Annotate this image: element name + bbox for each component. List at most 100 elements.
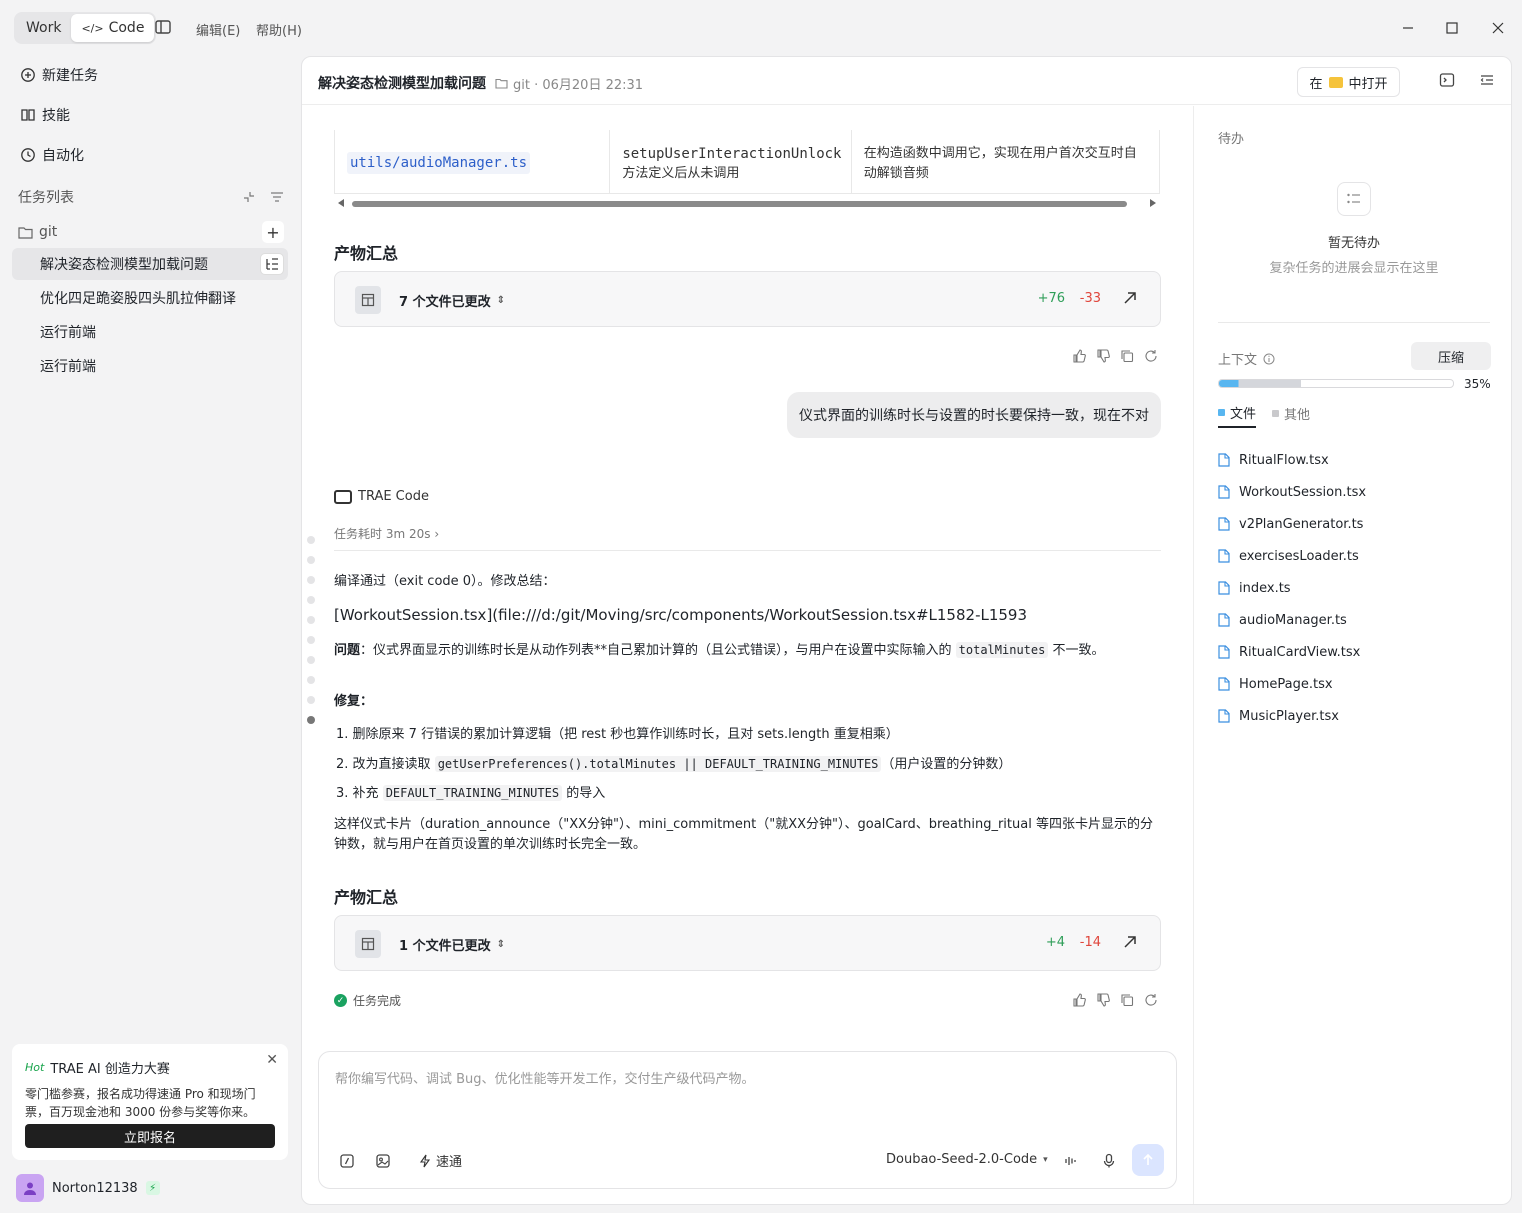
send-button[interactable] bbox=[1132, 1144, 1164, 1176]
lines-added: +4 bbox=[1045, 935, 1065, 950]
mode-code-button[interactable]: </> Code bbox=[71, 14, 155, 42]
prompt-input[interactable] bbox=[335, 1068, 1155, 1128]
explorer-folder-icon bbox=[1328, 76, 1343, 88]
changed-files-card[interactable]: 7 个文件已更改 ⇕ +76 -33 bbox=[334, 271, 1161, 327]
task-header: 解决姿态检测模型加载问题 git · 06月20日 22:31 在 中打开 bbox=[302, 57, 1511, 105]
tab-files[interactable]: 文件 bbox=[1218, 403, 1257, 428]
list-item[interactable]: exercisesLoader.ts bbox=[1218, 540, 1366, 572]
scrollbar-thumb[interactable] bbox=[352, 201, 1127, 207]
divider bbox=[334, 550, 1161, 551]
refresh-icon[interactable] bbox=[1144, 993, 1158, 1007]
task-item[interactable]: 解决姿态检测模型加载问题 bbox=[12, 248, 288, 280]
context-percent: 35% bbox=[1464, 377, 1491, 391]
file-icon bbox=[1218, 677, 1230, 691]
list-item[interactable]: HomePage.tsx bbox=[1218, 668, 1366, 700]
task-tree-icon[interactable] bbox=[260, 253, 284, 275]
summary-heading: 产物汇总 bbox=[334, 244, 399, 263]
sidebar-toggle-icon[interactable] bbox=[154, 18, 174, 38]
bolt-icon: ⚡ bbox=[145, 1181, 160, 1195]
model-select[interactable]: Doubao-Seed-2.0-Code ▾ bbox=[886, 1152, 1048, 1167]
copy-icon[interactable] bbox=[1120, 993, 1134, 1007]
table-cell-fix: 在构造函数中调用它，实现在用户首次交互时自动解锁音频 bbox=[863, 146, 1137, 181]
user-message: 仪式界面的训练时长与设置的时长要保持一致，现在不对 bbox=[787, 392, 1161, 438]
task-item[interactable]: 优化四足跪姿股四头肌拉伸翻译 bbox=[12, 282, 288, 314]
open-external-icon[interactable] bbox=[1122, 934, 1138, 950]
mode-switch: Work </> Code bbox=[14, 12, 157, 44]
refresh-icon[interactable] bbox=[1144, 349, 1158, 363]
chat-area[interactable]: utils/audioManager.ts setupUserInteracti… bbox=[302, 106, 1193, 1046]
speed-mode-button[interactable]: 速通 bbox=[418, 1151, 462, 1170]
info-icon[interactable] bbox=[1263, 353, 1275, 365]
thumbs-up-icon[interactable] bbox=[1072, 993, 1086, 1007]
context-progress-fill bbox=[1219, 380, 1301, 387]
filter-icon[interactable] bbox=[270, 190, 284, 204]
list-item[interactable]: MusicPlayer.tsx bbox=[1218, 700, 1366, 732]
square-icon bbox=[1218, 409, 1225, 416]
add-task-button[interactable]: + bbox=[262, 221, 284, 243]
voice-wave-icon[interactable] bbox=[1063, 1153, 1079, 1169]
list-item[interactable]: v2PlanGenerator.ts bbox=[1218, 508, 1366, 540]
task-duration[interactable]: 任务耗时 3m 20s › bbox=[334, 525, 439, 542]
sidebar-item-skills[interactable]: 技能 bbox=[20, 105, 70, 125]
slash-command-icon[interactable] bbox=[339, 1153, 355, 1169]
file-link[interactable]: [WorkoutSession.tsx](file:///d:/git/Movi… bbox=[334, 606, 1027, 624]
square-icon bbox=[1272, 410, 1280, 417]
list-item[interactable]: RitualCardView.tsx bbox=[1218, 636, 1366, 668]
open-external-icon[interactable] bbox=[1122, 290, 1138, 306]
title-bar: Work </> Code 编辑(E) 帮助(H) bbox=[0, 0, 1522, 56]
mode-work-button[interactable]: Work bbox=[16, 14, 71, 42]
menu-edit[interactable]: 编辑(E) bbox=[196, 20, 240, 39]
list-item[interactable]: WorkoutSession.tsx bbox=[1218, 476, 1366, 508]
minimize-icon[interactable] bbox=[1398, 18, 1418, 38]
close-icon[interactable]: ✕ bbox=[266, 1052, 278, 1068]
thumbs-down-icon[interactable] bbox=[1096, 993, 1110, 1007]
open-in-button[interactable]: 在 中打开 bbox=[1297, 67, 1400, 97]
context-progress-bar bbox=[1218, 379, 1454, 388]
list-item[interactable]: audioManager.ts bbox=[1218, 604, 1366, 636]
horizontal-scrollbar[interactable] bbox=[334, 198, 1160, 208]
status-badge: ✓ 任务完成 bbox=[334, 992, 401, 1009]
image-icon[interactable] bbox=[375, 1153, 391, 1169]
trae-logo-icon bbox=[334, 489, 352, 504]
sidebar-item-automation[interactable]: 自动化 bbox=[20, 145, 84, 165]
task-list-header: 任务列表 bbox=[18, 187, 284, 207]
terminal-icon[interactable] bbox=[1439, 72, 1457, 90]
panel-toggle-icon[interactable] bbox=[1479, 72, 1497, 90]
list-item[interactable]: RitualFlow.tsx bbox=[1218, 444, 1366, 476]
check-icon: ✓ bbox=[334, 994, 347, 1007]
bolt-icon bbox=[418, 1154, 432, 1168]
agent-header: TRAE Code bbox=[334, 489, 429, 504]
book-icon bbox=[20, 107, 36, 123]
tab-other[interactable]: 其他 bbox=[1272, 403, 1310, 428]
task-item[interactable]: 运行前端 bbox=[12, 350, 288, 382]
chevron-right-icon: › bbox=[434, 527, 440, 541]
table-cell-path: utils/audioManager.ts bbox=[335, 130, 611, 194]
thumbs-down-icon[interactable] bbox=[1096, 349, 1110, 363]
scroll-left-icon[interactable] bbox=[338, 199, 344, 207]
user-profile[interactable]: Norton12138 ⚡ bbox=[16, 1174, 160, 1202]
divider bbox=[1218, 322, 1490, 323]
scroll-right-icon[interactable] bbox=[1150, 199, 1156, 207]
chevron-updown-icon[interactable]: ⇕ bbox=[497, 295, 505, 306]
list-item[interactable]: index.ts bbox=[1218, 572, 1366, 604]
maximize-icon[interactable] bbox=[1442, 18, 1462, 38]
reply-problem: 问题：仪式界面显示的训练时长是从动作列表**自己累加计算的（且公式错误），与用户… bbox=[334, 642, 1105, 658]
task-item[interactable]: 运行前端 bbox=[12, 316, 288, 348]
thumbs-up-icon[interactable] bbox=[1072, 349, 1086, 363]
changed-files-card[interactable]: 1 个文件已更改 ⇕ +4 -14 bbox=[334, 915, 1161, 971]
register-button[interactable]: 立即报名 bbox=[25, 1124, 275, 1148]
chevron-updown-icon[interactable]: ⇕ bbox=[497, 939, 505, 950]
reply-closing: 这样仪式卡片（duration_announce（"XX分钟"）、mini_co… bbox=[334, 817, 1153, 852]
reply-intro: 编译通过（exit code 0）。修改总结： bbox=[334, 574, 556, 589]
compress-button[interactable]: 压缩 bbox=[1411, 342, 1491, 370]
new-task-icon bbox=[20, 67, 36, 83]
folder-icon bbox=[18, 226, 33, 239]
promo-desc: 零门槛参赛，报名成功得速通 Pro 和现场门票，百万现金池和 3000 份参与奖… bbox=[25, 1087, 256, 1119]
collapse-icon[interactable] bbox=[242, 190, 256, 204]
close-window-icon[interactable] bbox=[1488, 18, 1508, 38]
folder-git[interactable]: git + bbox=[18, 220, 284, 244]
sidebar-item-new-task[interactable]: 新建任务 bbox=[20, 65, 98, 85]
microphone-icon[interactable] bbox=[1101, 1153, 1117, 1169]
menu-help[interactable]: 帮助(H) bbox=[256, 20, 302, 39]
copy-icon[interactable] bbox=[1120, 349, 1134, 363]
